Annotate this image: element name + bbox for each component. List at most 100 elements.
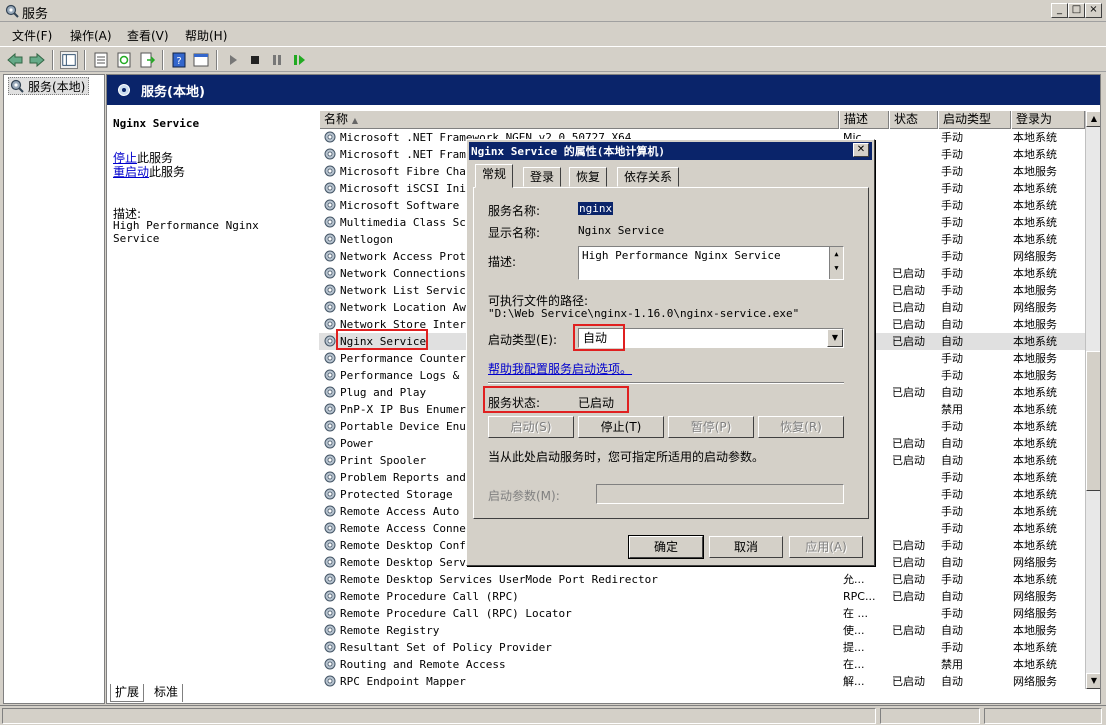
service-gear-icon	[323, 606, 337, 620]
column-description[interactable]: 描述	[839, 111, 889, 129]
chevron-down-icon[interactable]: ▼	[827, 329, 843, 347]
tab-extended[interactable]: 扩展	[110, 684, 145, 702]
cell-status: 已启动	[892, 284, 925, 297]
menu-help[interactable]: 帮助(H)	[185, 27, 227, 44]
tree-item-services-local[interactable]: 服务(本地)	[8, 77, 90, 95]
service-gear-icon	[323, 385, 337, 399]
toolbar-separator	[162, 50, 164, 70]
cell-name: Protected Storage	[340, 488, 453, 501]
restart-service-link[interactable]: 重启动	[113, 165, 149, 179]
vertical-scrollbar[interactable]: ▲ ▼	[1085, 111, 1100, 689]
cell-startup-type: 手动	[941, 522, 963, 535]
cell-name: Network List Service	[340, 284, 473, 297]
tab-dependencies[interactable]: 依存关系	[617, 167, 680, 187]
column-status[interactable]: 状态	[889, 111, 938, 129]
service-gear-icon	[323, 368, 337, 382]
cell-status: 已启动	[892, 318, 925, 331]
tree-item-label: 服务(本地)	[28, 79, 86, 94]
cell-description: 提...	[843, 641, 865, 654]
tab-recovery[interactable]: 恢复	[569, 167, 608, 187]
start-service-icon[interactable]	[224, 51, 242, 69]
service-gear-icon	[323, 164, 337, 178]
back-arrow-icon[interactable]	[6, 51, 24, 69]
cell-startup-type: 禁用	[941, 403, 963, 416]
tab-logon[interactable]: 登录	[523, 167, 562, 187]
cell-startup-type: 自动	[941, 590, 963, 603]
dialog-title: Nginx Service 的属性(本地计算机)	[471, 145, 665, 158]
restart-service-icon[interactable]	[290, 51, 308, 69]
cell-startup-type: 手动	[941, 352, 963, 365]
ok-button[interactable]: 确定	[629, 536, 703, 558]
stop-service-icon[interactable]	[246, 51, 264, 69]
table-row[interactable]: Routing and Remote Access 在... 禁用 本地系统	[319, 656, 1085, 673]
properties-icon[interactable]	[192, 51, 210, 69]
cell-name: Resultant Set of Policy Provider	[340, 641, 552, 654]
cell-name: Remote Desktop Services UserMode Port Re…	[340, 573, 658, 586]
service-gear-icon	[323, 521, 337, 535]
cell-name: Routing and Remote Access	[340, 658, 506, 671]
dialog-close-icon[interactable]: ✕	[853, 143, 869, 157]
menu-action[interactable]: 操作(A)	[70, 27, 112, 44]
cell-startup-type: 手动	[941, 471, 963, 484]
desc-scrollbar[interactable]: ▲ ▼	[829, 247, 843, 279]
table-row[interactable]: Remote Desktop Services UserMode Port Re…	[319, 571, 1085, 588]
service-gear-icon	[323, 317, 337, 331]
cancel-button[interactable]: 取消	[709, 536, 783, 558]
cell-logon-as: 网络服务	[1013, 675, 1057, 688]
service-name-value[interactable]: nginx	[578, 202, 614, 215]
scroll-up-icon[interactable]: ▲	[1086, 111, 1100, 127]
table-row[interactable]: RPC Endpoint Mapper 解... 已启动 自动 网络服务	[319, 673, 1085, 689]
minimize-button[interactable]: _	[1051, 3, 1068, 18]
stop-button[interactable]: 停止(T)	[578, 416, 664, 438]
refresh-icon[interactable]	[115, 51, 133, 69]
table-row[interactable]: Remote Procedure Call (RPC) RPC... 已启动 自动 网络…	[319, 588, 1085, 605]
scroll-down-icon[interactable]: ▼	[1086, 673, 1100, 689]
table-row[interactable]: Resultant Set of Policy Provider 提... 手动 本地…	[319, 639, 1085, 656]
display-name-value[interactable]: Nginx Service	[578, 224, 664, 237]
service-gear-icon	[323, 283, 337, 297]
cell-name: Remote Procedure Call (RPC) Locator	[340, 607, 572, 620]
maximize-button[interactable]: □	[1068, 3, 1085, 18]
service-gear-icon	[323, 453, 337, 467]
forward-arrow-icon[interactable]	[28, 51, 46, 69]
tab-general[interactable]: 常规	[475, 164, 514, 188]
cell-logon-as: 本地系统	[1013, 267, 1057, 280]
cell-logon-as: 本地服务	[1013, 352, 1057, 365]
cell-logon-as: 本地系统	[1013, 420, 1057, 433]
scroll-down-icon[interactable]: ▼	[830, 261, 843, 275]
start-button[interactable]: 启动(S)	[488, 416, 574, 438]
scroll-thumb[interactable]	[1086, 351, 1100, 491]
table-row[interactable]: Remote Registry 使... 已启动 自动 本地服务	[319, 622, 1085, 639]
list-view-icon[interactable]	[92, 51, 110, 69]
pause-button[interactable]: 暂停(P)	[668, 416, 754, 438]
scroll-up-icon[interactable]: ▲	[830, 247, 843, 261]
tab-standard[interactable]: 标准	[150, 684, 184, 702]
cell-logon-as: 本地系统	[1013, 522, 1057, 535]
desc-textbox[interactable]: High Performance Nginx Service ▲ ▼	[578, 246, 844, 280]
column-startup-type[interactable]: 启动类型	[938, 111, 1011, 129]
table-row[interactable]: Remote Procedure Call (RPC) Locator 在 ...…	[319, 605, 1085, 622]
list-header: 名称 ▲ 描述 状态 启动类型 登录为	[319, 111, 1085, 129]
menu-file[interactable]: 文件(F)	[12, 27, 52, 44]
close-button[interactable]: ×	[1085, 3, 1102, 18]
startup-type-label: 启动类型(E):	[488, 333, 557, 347]
help-configure-link[interactable]: 帮助我配置服务启动选项。	[488, 360, 632, 377]
resume-button[interactable]: 恢复(R)	[758, 416, 844, 438]
cell-description: 使...	[843, 624, 865, 637]
column-name[interactable]: 名称 ▲	[319, 111, 839, 129]
apply-button[interactable]: 应用(A)	[789, 536, 863, 558]
show-tree-icon[interactable]	[60, 51, 78, 69]
help-icon[interactable]: ?	[170, 51, 188, 69]
main-header: 服务(本地)	[107, 75, 1100, 105]
cell-startup-type: 手动	[941, 369, 963, 382]
menu-view[interactable]: 查看(V)	[127, 27, 169, 44]
services-gear-icon	[118, 84, 130, 96]
cell-logon-as: 本地系统	[1013, 199, 1057, 212]
export-icon[interactable]	[138, 51, 156, 69]
pause-service-icon[interactable]	[268, 51, 286, 69]
column-logon-as[interactable]: 登录为	[1011, 111, 1085, 129]
cell-name: Print Spooler	[340, 454, 427, 467]
start-param-input[interactable]	[596, 484, 844, 504]
service-gear-icon	[323, 249, 337, 263]
cell-logon-as: 本地服务	[1013, 624, 1057, 637]
